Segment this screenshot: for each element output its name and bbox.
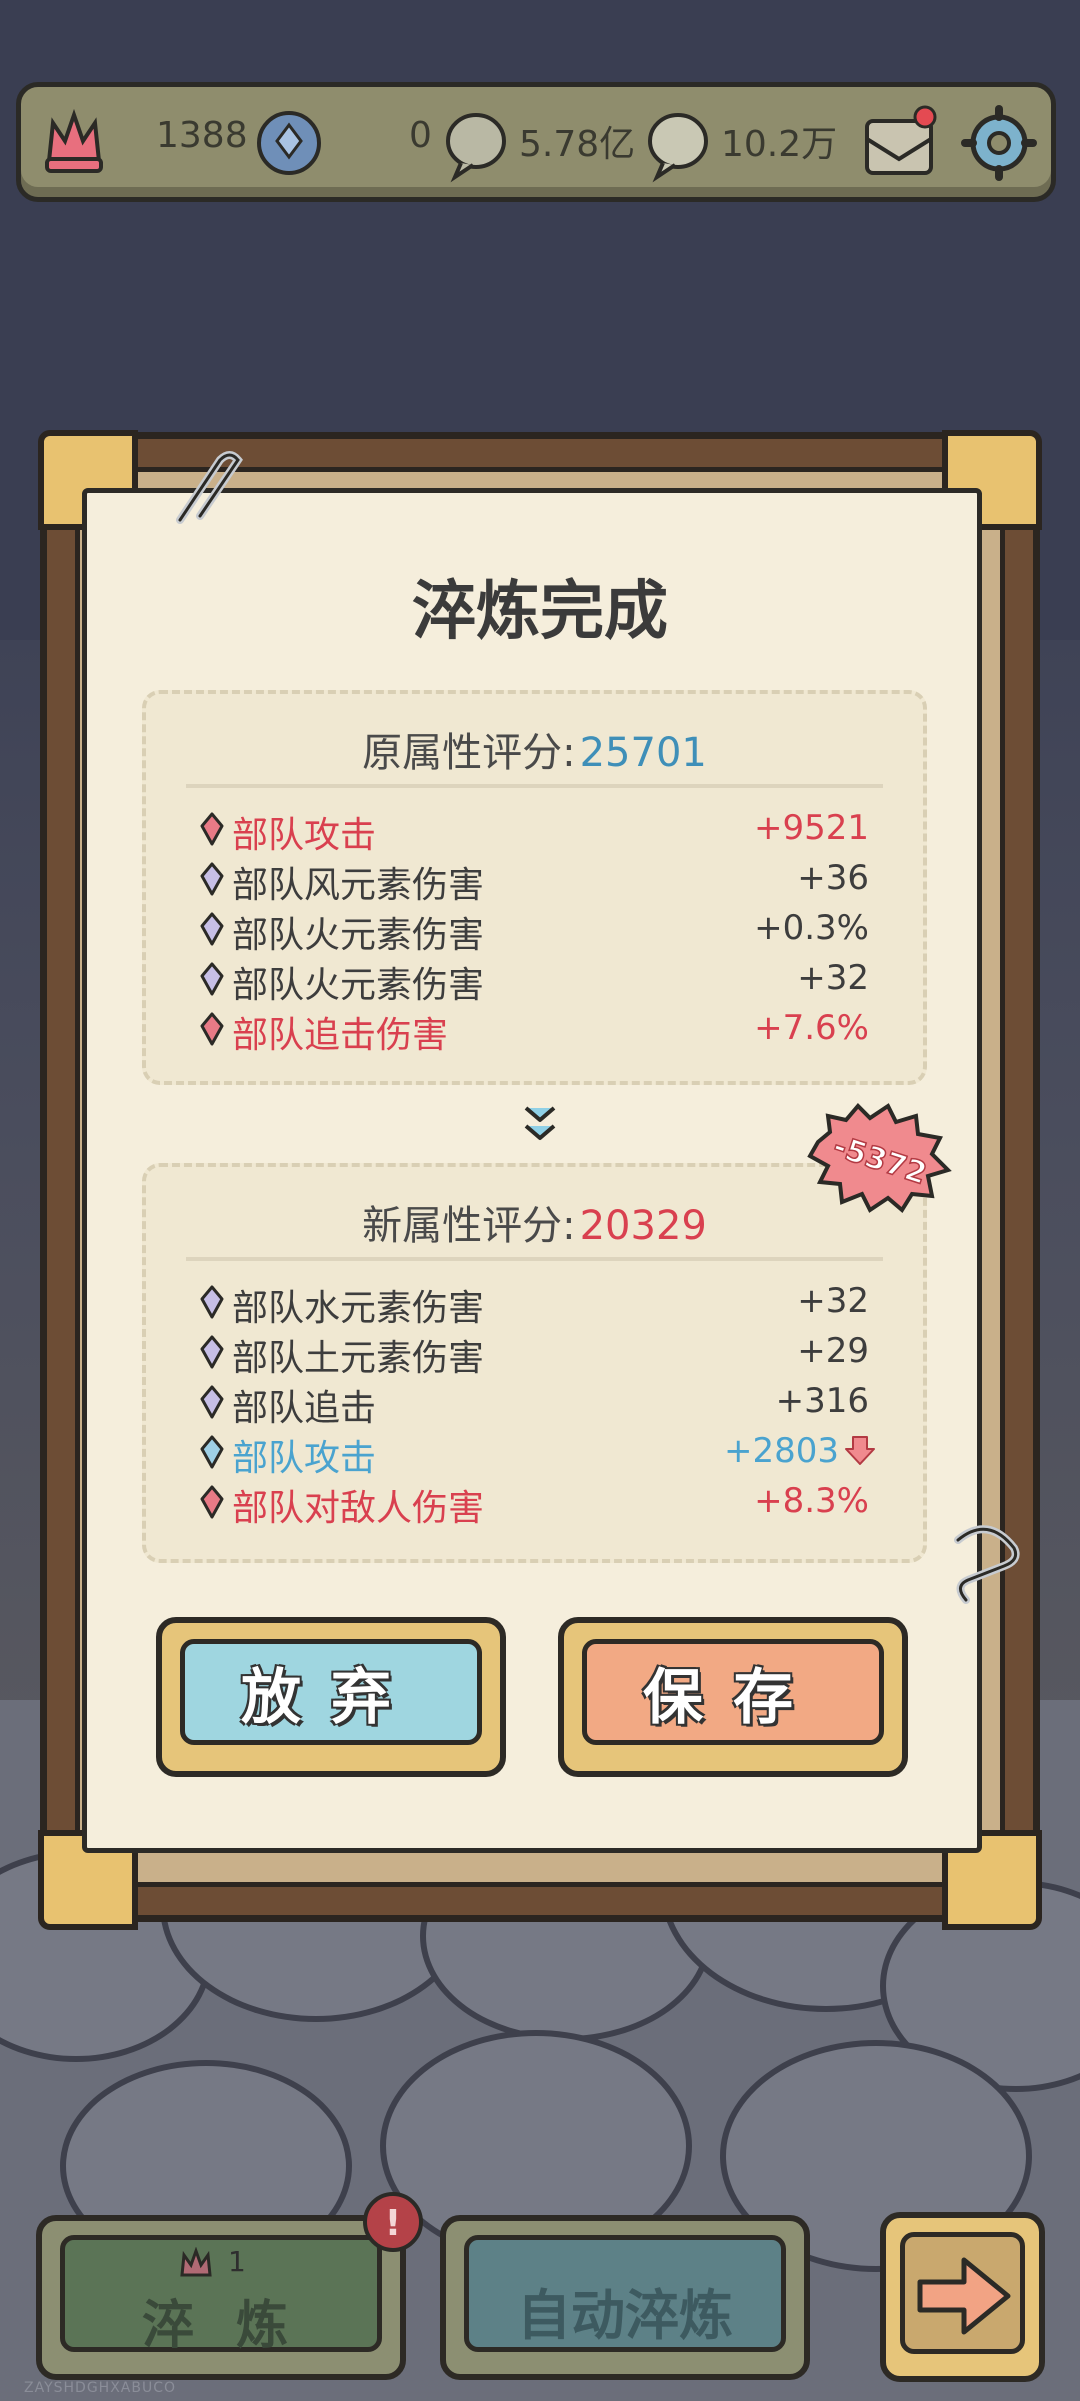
alert-badge-icon: ! [363,2192,423,2252]
attribute-value: +316 [775,1381,869,1421]
double-chevron-down-icon [524,1106,556,1140]
svg-text:!: ! [385,2203,401,2244]
attribute-label: 部队火元素伤害 [232,965,485,1006]
refine-button[interactable]: 1 淬 炼 ! [36,2192,423,2380]
spirit-coin-2-icon [648,113,708,183]
attribute-row: 部队攻击 +9521 [200,804,869,856]
attribute-row: 部队对敌人伤害 +8.3% [200,1477,869,1529]
spirit-coin-icon [446,113,506,183]
attribute-value: +8.3% [754,1481,869,1521]
refine-label: 淬 炼 [141,2296,301,2356]
purple-gem-icon [200,862,224,900]
save-label: 保存 [582,1639,884,1745]
refine-count: 1 [228,2245,246,2278]
popup-title: 淬炼完成 [412,575,668,649]
purple-gem-icon [200,1285,224,1323]
auto-refine-label: 自动淬炼 [517,2284,733,2347]
refine-cost-icon [180,2247,212,2277]
decrease-arrow-icon [843,1433,877,1471]
blue-crystal-icon [257,111,321,175]
attribute-label: 部队风元素伤害 [232,865,485,906]
new-score: 20329 [579,1203,707,1249]
attribute-label: 部队攻击 [232,1438,377,1479]
attribute-row: 部队火元素伤害 +32 [200,954,869,1006]
coin-a-count: 5.78亿 [519,124,636,165]
settings-gear-icon[interactable] [959,103,1039,183]
attribute-value: +36 [797,858,869,898]
attribute-row: 部队风元素伤害 +36 [200,854,869,906]
attribute-row: 部队土元素伤害 +29 [200,1327,869,1379]
red-gem-icon [200,1485,224,1523]
purple-gem-icon [200,1385,224,1423]
purple-gem-icon [200,912,224,950]
original-score: 25701 [579,730,707,776]
original-attributes-panel: 原属性评分: 25701 部队攻击 +9521 部队风元素伤害 +36 部队火元素伤害 +0… [142,690,927,1085]
red-gem-icon [200,1012,224,1050]
watermark-text: ZAYSHDGHXABUCO [24,2380,177,2396]
attribute-label: 部队对敌人伤害 [232,1488,485,1529]
attribute-label: 部队追击伤害 [232,1015,449,1056]
attribute-label: 部队土元素伤害 [232,1338,485,1379]
gem-count: 1388 [156,115,248,156]
arrow-right-icon [917,2257,1011,2335]
score-diff-badge: -5372 [807,1103,952,1214]
coin-b-count: 10.2万 [721,124,838,165]
save-button[interactable]: 保存 [558,1617,908,1777]
attribute-label: 部队水元素伤害 [232,1288,485,1329]
new-attributes-panel: 新属性评分: 20329 部队水元素伤害 +32 部队土元素伤害 +29 部队追击 +316… [142,1163,927,1563]
next-button[interactable] [880,2212,1045,2382]
attribute-row: 部队追击伤害 +7.6% [200,1004,869,1056]
attribute-value: +7.6% [754,1008,869,1048]
attribute-value: +32 [797,1281,869,1321]
red-gem-icon [200,812,224,850]
paperclip-2-icon [954,1525,1020,1604]
blue-count: 0 [409,115,432,156]
original-score-header: 原属性评分: 25701 [362,730,707,776]
attribute-label: 部队追击 [232,1388,377,1429]
attribute-value: +29 [797,1331,869,1371]
attribute-value: +2803 [723,1431,839,1471]
auto-refine-button[interactable]: 自动淬炼 [440,2215,810,2380]
purple-gem-icon [200,1335,224,1373]
abandon-label: 放弃 [180,1639,482,1745]
attribute-row: 部队攻击 +2803 [200,1427,875,1479]
abandon-button[interactable]: 放弃 [156,1617,506,1777]
paperclip-icon [176,451,243,524]
attribute-label: 部队攻击 [232,815,377,856]
attribute-value: +9521 [753,808,869,848]
attribute-value: +32 [797,958,869,998]
attribute-row: 部队火元素伤害 +0.3% [200,904,869,956]
attribute-label: 部队火元素伤害 [232,915,485,956]
resource-bar: 1388 0 5.78亿 10.2万 [16,82,1056,202]
blue-gem-icon [200,1435,224,1473]
attribute-row: 部队水元素伤害 +32 [200,1277,869,1329]
mail-icon[interactable] [859,99,939,183]
attribute-row: 部队追击 +316 [200,1377,869,1429]
crown-gem-icon [45,108,103,173]
attribute-value: +0.3% [754,908,869,948]
purple-gem-icon [200,962,224,1000]
